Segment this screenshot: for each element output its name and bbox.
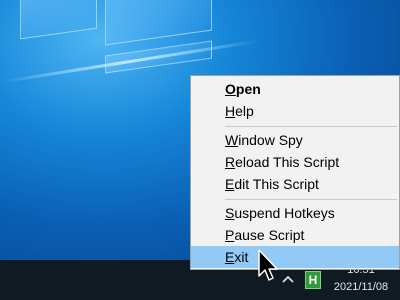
- wallpaper-window-pane: [105, 0, 212, 46]
- mouse-pointer-icon: [258, 249, 278, 281]
- menu-item-window-spy[interactable]: Window Spy: [191, 129, 399, 151]
- menu-item-pause-script[interactable]: Pause Script: [191, 224, 399, 246]
- menu-item-label: Reload This Script: [225, 154, 340, 170]
- wallpaper-window-pane: [20, 0, 97, 40]
- menu-item-label: Open: [225, 81, 261, 97]
- menu-item-label: Exit: [225, 249, 249, 265]
- menu-item-suspend-hotkeys[interactable]: Suspend Hotkeys: [191, 202, 399, 224]
- menu-item-label: Pause Script: [225, 227, 305, 243]
- menu-item-label: Window Spy: [225, 132, 303, 148]
- menu-item-label: Edit This Script: [225, 176, 319, 192]
- show-hidden-icons-chevron-icon[interactable]: [281, 272, 295, 286]
- menu-item-open[interactable]: Open: [191, 78, 399, 100]
- tray-context-menu: Open Help Window Spy Reload This Script …: [190, 75, 400, 270]
- menu-item-exit[interactable]: Exit: [191, 246, 399, 268]
- clock-date[interactable]: 2021/11/08: [326, 281, 396, 293]
- menu-item-label: Suspend Hotkeys: [225, 205, 335, 221]
- menu-item-help[interactable]: Help: [191, 100, 399, 122]
- menu-item-reload-script[interactable]: Reload This Script: [191, 151, 399, 173]
- menu-item-label: Help: [225, 103, 254, 119]
- menu-separator: [225, 126, 397, 127]
- menu-item-edit-script[interactable]: Edit This Script: [191, 173, 399, 195]
- autohotkey-tray-icon[interactable]: H: [305, 271, 321, 289]
- menu-separator: [225, 199, 397, 200]
